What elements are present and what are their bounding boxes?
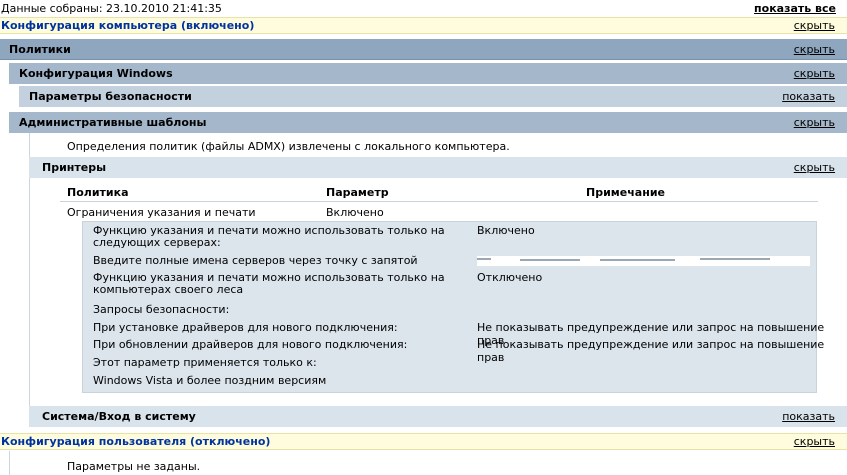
detail-label: При обновлении драйверов для нового подк… bbox=[93, 338, 408, 351]
table-divider bbox=[60, 201, 818, 202]
policies-title: Политики bbox=[9, 43, 71, 56]
report-header: Данные собраны: 23.10.2010 21:41:35 пока… bbox=[0, 0, 847, 17]
computer-config-title: Конфигурация компьютера (включено) bbox=[1, 19, 255, 32]
computer-config-header: Конфигурация компьютера (включено) скрыт… bbox=[0, 17, 847, 34]
detail-label: Запросы безопасности: bbox=[93, 303, 230, 316]
policies-header: Политики скрыть bbox=[0, 39, 847, 60]
security-settings-header: Параметры безопасности показать bbox=[19, 86, 847, 107]
computer-config-toggle-link[interactable]: скрыть bbox=[794, 19, 835, 32]
redaction-residue bbox=[520, 259, 580, 261]
printers-toggle-link[interactable]: скрыть bbox=[794, 161, 835, 174]
admin-templates-toggle-link[interactable]: скрыть bbox=[794, 116, 835, 129]
policy-name: Ограничения указания и печати bbox=[67, 206, 256, 219]
admx-note: Определения политик (файлы ADMX) извлече… bbox=[67, 140, 510, 153]
admin-templates-title: Административные шаблоны bbox=[19, 116, 207, 129]
detail-label: При установке драйверов для нового подкл… bbox=[93, 321, 398, 334]
user-config-toggle-link[interactable]: скрыть bbox=[794, 435, 835, 448]
windows-config-header: Конфигурация Windows скрыть bbox=[9, 63, 847, 84]
windows-config-toggle-link[interactable]: скрыть bbox=[794, 67, 835, 80]
column-comment: Примечание bbox=[586, 186, 665, 199]
user-config-header: Конфигурация пользователя (отключено) ск… bbox=[0, 433, 847, 450]
detail-value: Включено bbox=[477, 224, 535, 237]
detail-label: Windows Vista и более поздним версиям bbox=[93, 374, 327, 387]
column-setting: Параметр bbox=[326, 186, 389, 199]
redaction-residue bbox=[600, 259, 675, 261]
data-collected-text: Данные собраны: 23.10.2010 21:41:35 bbox=[1, 2, 222, 15]
windows-config-title: Конфигурация Windows bbox=[19, 67, 173, 80]
user-config-title: Конфигурация пользователя (отключено) bbox=[1, 435, 271, 448]
user-config-note: Параметры не заданы. bbox=[67, 460, 201, 473]
system-logon-header: Система/Вход в систему показать bbox=[29, 406, 847, 427]
detail-value: Не показывать предупреждение или запрос … bbox=[477, 338, 825, 364]
security-settings-toggle-link[interactable]: показать bbox=[782, 90, 835, 103]
printers-title: Принтеры bbox=[42, 161, 107, 174]
redaction-residue bbox=[477, 258, 491, 260]
detail-value: Отключено bbox=[477, 271, 543, 284]
printers-header: Принтеры скрыть bbox=[29, 157, 847, 178]
system-logon-title: Система/Вход в систему bbox=[42, 410, 196, 423]
policies-toggle-link[interactable]: скрыть bbox=[794, 43, 835, 56]
system-logon-toggle-link[interactable]: показать bbox=[782, 410, 835, 423]
show-all-link[interactable]: показать все bbox=[754, 2, 836, 15]
admin-templates-header: Административные шаблоны скрыть bbox=[9, 112, 847, 133]
detail-label-cont: следующих серверах: bbox=[93, 236, 221, 249]
redaction-residue bbox=[700, 258, 770, 260]
detail-label: Этот параметр применяется только к: bbox=[93, 356, 317, 369]
detail-label: Введите полные имена серверов через точк… bbox=[93, 254, 418, 267]
policy-value: Включено bbox=[326, 206, 384, 219]
detail-label-cont: компьютерах своего леса bbox=[93, 283, 244, 296]
security-settings-title: Параметры безопасности bbox=[29, 90, 192, 103]
column-policy: Политика bbox=[67, 186, 129, 199]
indent-guide bbox=[9, 451, 10, 475]
